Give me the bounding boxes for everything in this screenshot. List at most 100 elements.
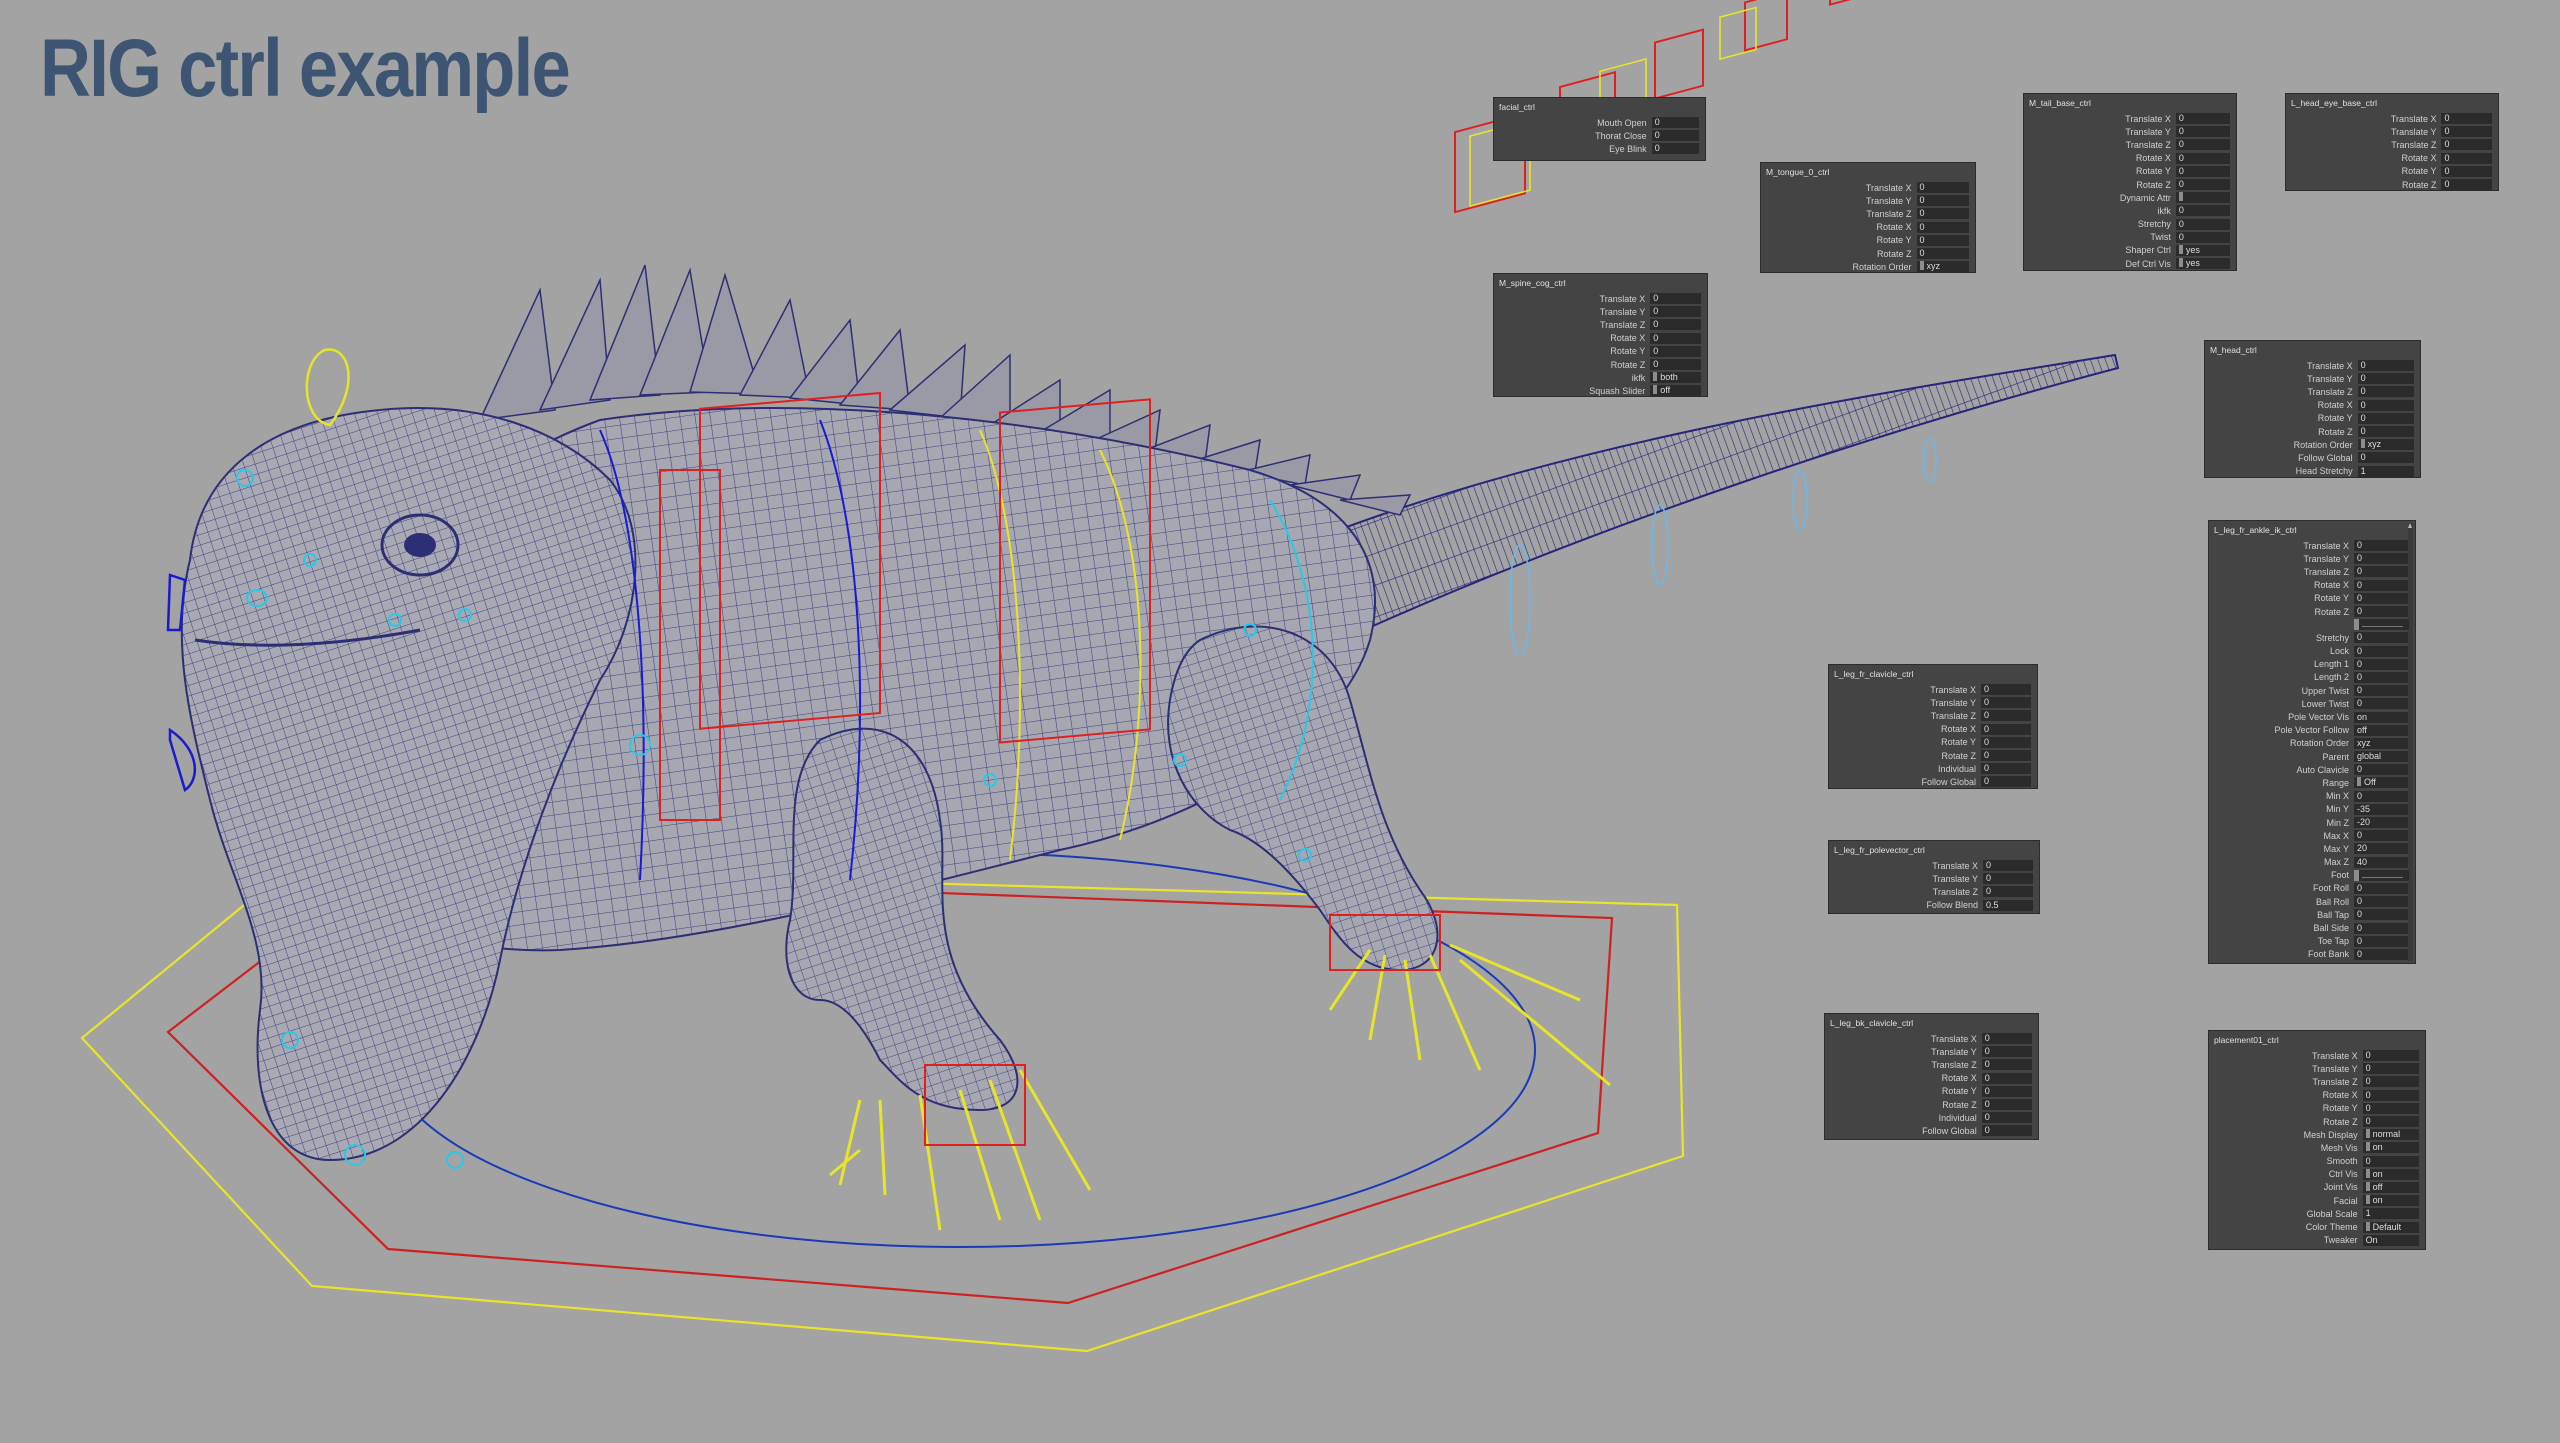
attr-field[interactable]: 20 xyxy=(2354,843,2409,855)
attr-field[interactable]: 0 xyxy=(2357,373,2414,385)
attr-enum-field[interactable]: on xyxy=(2362,1142,2419,1154)
attr-field[interactable]: xyz xyxy=(2354,737,2409,749)
attr-field[interactable]: 0 xyxy=(2354,592,2409,604)
foot-separator-slider[interactable] xyxy=(2354,869,2409,881)
attr-field[interactable]: 1 xyxy=(2357,465,2414,477)
attr-field[interactable]: 0 xyxy=(1980,697,2031,709)
attr-field[interactable]: 0 xyxy=(2175,152,2230,164)
attr-field[interactable]: global xyxy=(2354,751,2409,763)
attr-field[interactable]: 0 xyxy=(2357,452,2414,464)
attr-field[interactable]: 0 xyxy=(1981,1059,2032,1071)
attr-enum-field[interactable]: normal xyxy=(2362,1129,2419,1141)
attr-field[interactable]: 0 xyxy=(1650,293,1701,305)
attr-field[interactable]: 0 xyxy=(2354,553,2409,565)
attr-field[interactable]: 0 xyxy=(1980,684,2031,696)
attr-field[interactable]: 0 xyxy=(1980,750,2031,762)
attr-field[interactable]: 0 xyxy=(1981,1085,2032,1097)
attr-field[interactable]: 0 xyxy=(1980,723,2031,735)
attr-field[interactable]: 0 xyxy=(1916,208,1969,220)
attr-field[interactable]: 0 xyxy=(1916,234,1969,246)
attr-field[interactable]: -20 xyxy=(2354,817,2409,829)
attr-field[interactable]: 0 xyxy=(2441,152,2492,164)
attr-field[interactable]: 0 xyxy=(1981,1099,2032,1111)
attr-field[interactable]: off xyxy=(2354,724,2409,736)
attr-field[interactable]: 0 xyxy=(2357,386,2414,398)
attr-field[interactable]: 0 xyxy=(2175,165,2230,177)
attr-field[interactable]: 0 xyxy=(2357,399,2414,411)
attr-enum-field[interactable]: Off xyxy=(2354,777,2409,789)
attr-field[interactable]: 0 xyxy=(1981,1112,2032,1124)
attr-field[interactable]: 0 xyxy=(2362,1155,2419,1167)
attr-field[interactable]: 0 xyxy=(1981,1072,2032,1084)
attr-field[interactable]: 0 xyxy=(1980,776,2031,788)
attr-field[interactable]: 0 xyxy=(2441,126,2492,138)
attr-field[interactable]: 1 xyxy=(2362,1208,2419,1220)
attr-field[interactable]: 0 xyxy=(2175,205,2230,217)
attr-field[interactable]: 0 xyxy=(2175,139,2230,151)
attr-field[interactable]: 0 xyxy=(2441,165,2492,177)
attr-field[interactable]: 0 xyxy=(2354,658,2409,670)
attr-field[interactable]: 0 xyxy=(1981,1033,2032,1045)
attr-field[interactable]: 0 xyxy=(2357,412,2414,424)
attr-field[interactable]: 0 xyxy=(2362,1089,2419,1101)
attr-enum-field[interactable]: xyz xyxy=(1916,261,1969,273)
attr-field[interactable]: 0 xyxy=(2354,671,2409,683)
attr-field[interactable]: 0 xyxy=(2354,685,2409,697)
attr-enum-field[interactable]: on xyxy=(2362,1168,2419,1180)
attr-field[interactable]: 0 xyxy=(2354,935,2409,947)
attr-field[interactable]: 0 xyxy=(2362,1050,2419,1062)
attr-field[interactable]: 0 xyxy=(2175,113,2230,125)
attr-field[interactable]: 0 xyxy=(1916,195,1969,207)
attr-field[interactable]: 0 xyxy=(1916,248,1969,260)
attr-field[interactable]: 0 xyxy=(2354,540,2409,552)
attr-field[interactable]: 0 xyxy=(2354,830,2409,842)
attr-field[interactable]: 0 xyxy=(1651,130,1699,142)
attr-field[interactable]: 0 xyxy=(1982,873,2033,885)
attr-enum-field[interactable]: xyz xyxy=(2357,439,2414,451)
attr-field[interactable]: 0 xyxy=(2357,360,2414,372)
attr-field[interactable]: 0 xyxy=(2354,882,2409,894)
attr-enum-field[interactable] xyxy=(2175,192,2230,204)
attr-enum-field[interactable]: yes xyxy=(2175,244,2230,256)
attr-field[interactable]: 0.5 xyxy=(1982,899,2033,911)
attr-enum-field[interactable]: on xyxy=(2362,1195,2419,1207)
attr-field[interactable]: 0 xyxy=(2175,218,2230,230)
attr-field[interactable]: 0 xyxy=(2354,579,2409,591)
attr-field[interactable]: 0 xyxy=(1650,345,1701,357)
attr-field[interactable]: 0 xyxy=(2354,948,2409,960)
panel-scrollbar[interactable] xyxy=(2408,523,2413,961)
attr-field[interactable]: 0 xyxy=(2175,231,2230,243)
attr-field[interactable]: 0 xyxy=(2354,698,2409,710)
attr-field[interactable]: 0 xyxy=(2175,126,2230,138)
attr-field[interactable]: 0 xyxy=(1650,306,1701,318)
attr-field[interactable]: 0 xyxy=(1980,710,2031,722)
attr-field[interactable]: 0 xyxy=(1916,221,1969,233)
attr-enum-field[interactable]: off xyxy=(2362,1181,2419,1193)
attr-field[interactable]: 0 xyxy=(1980,763,2031,775)
attr-field[interactable]: 0 xyxy=(1981,1046,2032,1058)
attr-field[interactable]: 0 xyxy=(1650,359,1701,371)
attr-field[interactable]: 0 xyxy=(2354,764,2409,776)
attr-enum-field[interactable]: Default xyxy=(2362,1221,2419,1233)
attr-field[interactable]: 0 xyxy=(2362,1063,2419,1075)
attr-field[interactable]: 0 xyxy=(2354,606,2409,618)
attr-field[interactable]: 0 xyxy=(2362,1102,2419,1114)
scroll-up-arrow-icon[interactable] xyxy=(2408,523,2412,528)
attr-enum-field[interactable]: both xyxy=(1650,372,1701,384)
attr-field[interactable]: 0 xyxy=(2354,566,2409,578)
attr-field[interactable]: 0 xyxy=(1981,1125,2032,1137)
attr-field[interactable]: 0 xyxy=(1650,332,1701,344)
attr-field[interactable]: 0 xyxy=(2354,896,2409,908)
attr-field[interactable]: 0 xyxy=(2357,426,2414,438)
attr-field[interactable]: 40 xyxy=(2354,856,2409,868)
attr-field[interactable]: -35 xyxy=(2354,803,2409,815)
attr-field[interactable]: 0 xyxy=(2354,645,2409,657)
attr-field[interactable]: 0 xyxy=(2441,113,2492,125)
attr-field[interactable]: 0 xyxy=(2354,909,2409,921)
attr-field[interactable]: 0 xyxy=(2354,922,2409,934)
attr-field[interactable]: on xyxy=(2354,711,2409,723)
attr-field[interactable]: 0 xyxy=(2441,139,2492,151)
attr-field[interactable]: 0 xyxy=(1980,736,2031,748)
attr-field[interactable]: 0 xyxy=(2175,179,2230,191)
separator-slider[interactable] xyxy=(2354,619,2409,631)
